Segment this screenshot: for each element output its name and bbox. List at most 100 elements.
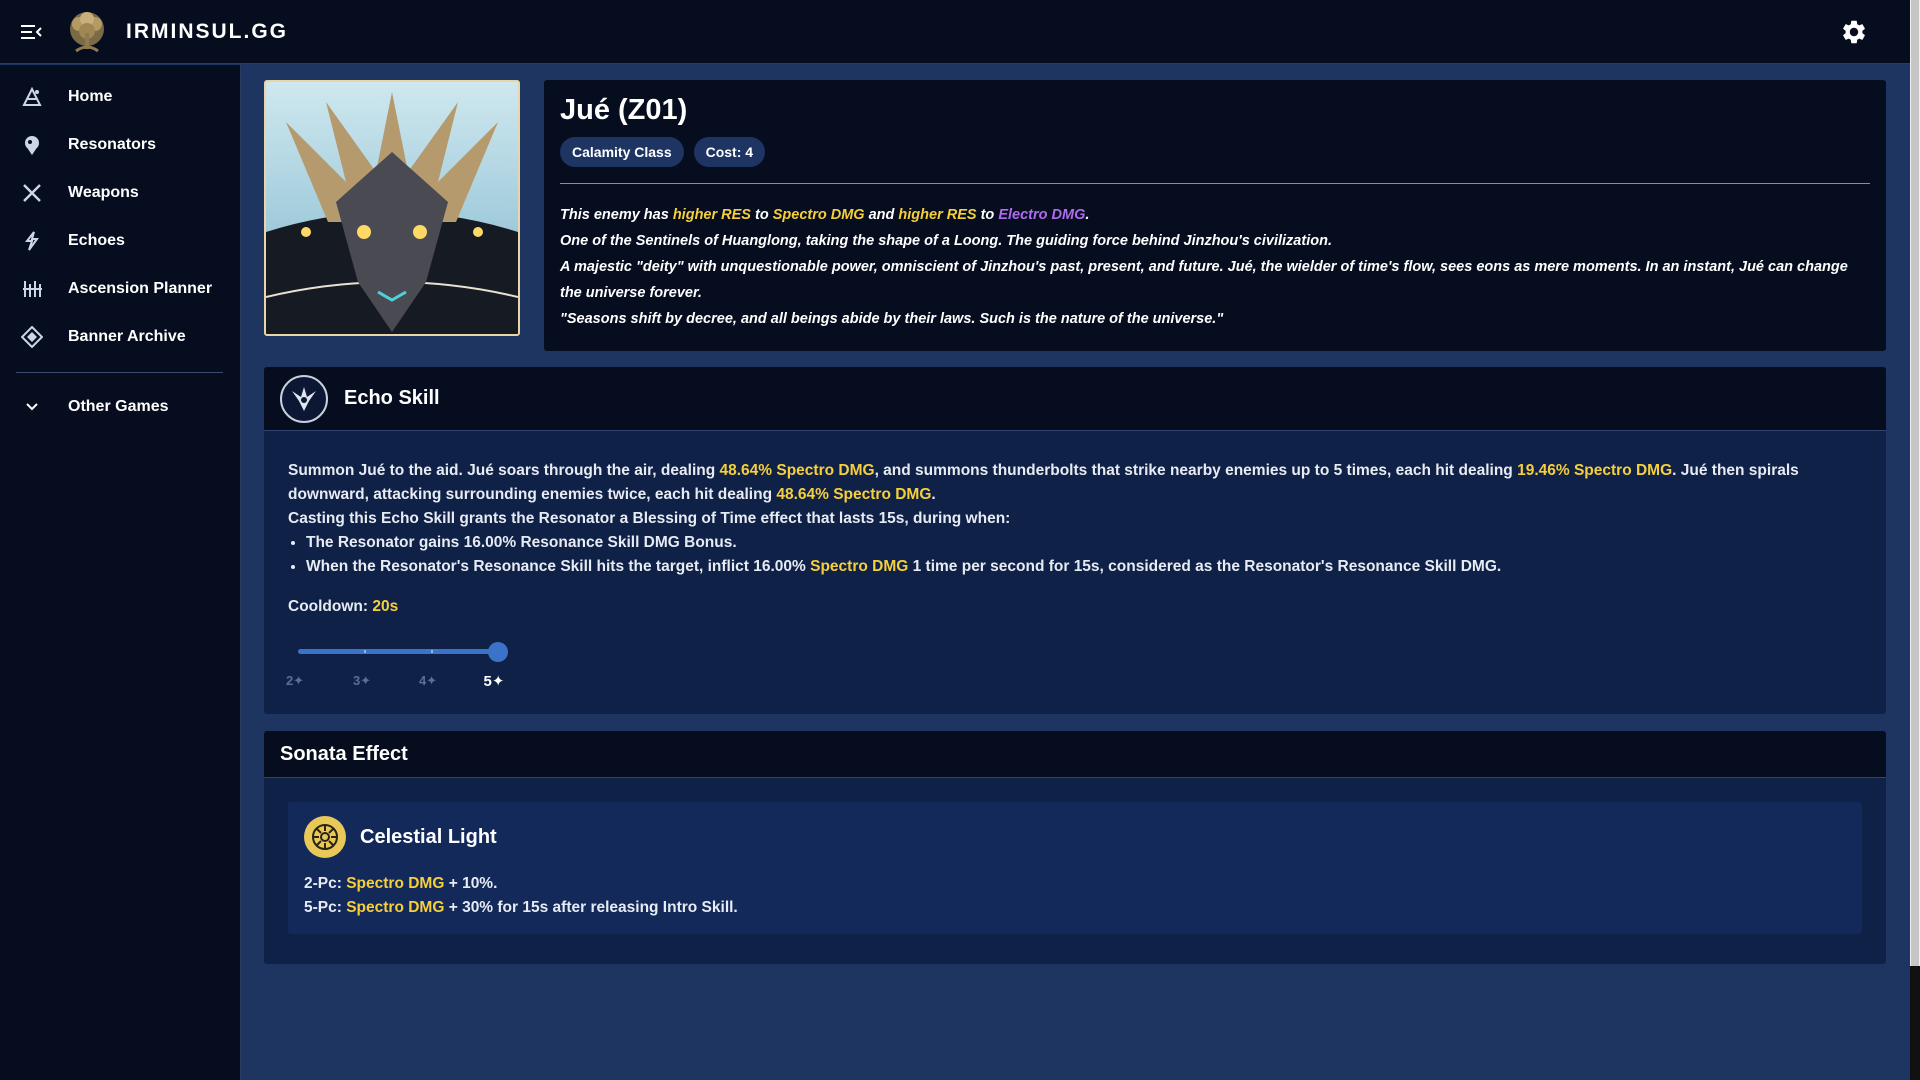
home-icon [20, 85, 44, 109]
dmg-highlight: 48.64% Spectro DMG [719, 462, 875, 479]
dmg-highlight: Spectro DMG [810, 558, 909, 575]
sidebar-item-home[interactable]: Home [0, 73, 240, 121]
skill-description: Summon Jué to the aid. Jué soars through… [288, 459, 1862, 507]
bonus-text: + 10%. [444, 875, 498, 892]
skill-bullet: The Resonator gains 16.00% Resonance Ski… [306, 531, 1862, 555]
dmg-highlight: Spectro DMG [346, 875, 445, 892]
skill-text: Summon Jué to the aid. Jué soars through… [288, 462, 720, 479]
chevron-down-icon [20, 395, 44, 419]
slider-tick [431, 650, 433, 653]
set-bonuses: 2-Pc: Spectro DMG + 10%. 5-Pc: Spectro D… [304, 872, 1846, 920]
res-text: to [976, 207, 999, 223]
skill-text: 1 time per second for 15s, considered as… [908, 558, 1502, 575]
skill-text: , and summons thunderbolts that strike n… [874, 462, 1518, 479]
slider-thumb[interactable] [488, 642, 508, 662]
settings-button[interactable] [1840, 18, 1868, 46]
dmg-highlight: 48.64% Spectro DMG [776, 486, 932, 503]
brand-title[interactable]: IRMINSUL.GG [126, 20, 288, 44]
slider-mark-2[interactable]: 2✦ [280, 669, 310, 693]
sonata-effect-panel: Sonata Effect Celestial Light 2-Pc: Spec… [264, 731, 1886, 964]
cost-chip: Cost: 4 [693, 137, 766, 167]
sidebar-nav: Home Resonators Weapons Echoes Ascension… [0, 65, 241, 1080]
echo-skill-icon [280, 374, 328, 423]
slider-mark-4[interactable]: 4✦ [413, 669, 443, 693]
bonus-label: 2-Pc: [304, 875, 347, 892]
sidebar-item-echoes[interactable]: Echoes [0, 217, 240, 265]
echo-skill-header: Echo Skill [264, 367, 1886, 431]
info-divider [560, 183, 1870, 184]
sidebar-item-label: Other Games [68, 398, 169, 415]
enemy-portrait [264, 80, 520, 336]
set-title-row: Celestial Light [304, 816, 1846, 858]
sidebar-item-resonators[interactable]: Resonators [0, 121, 240, 169]
dmg-highlight: Spectro DMG [346, 899, 445, 916]
sidebar-item-ascension-planner[interactable]: Ascension Planner [0, 265, 240, 313]
celestial-light-icon [304, 816, 346, 858]
resistance-line: This enemy has higher RES to Spectro DMG… [560, 202, 1870, 228]
page-scrollbar[interactable] [1910, 0, 1920, 1080]
skill-bullet: When the Resonator's Resonance Skill hit… [306, 555, 1862, 579]
set-bonus-2pc: 2-Pc: Spectro DMG + 10%. [304, 872, 1846, 896]
res-text: This enemy has [560, 207, 673, 223]
set-name: Celestial Light [360, 825, 497, 848]
res-text: to [750, 207, 773, 223]
sidebar-item-other-games[interactable]: Other Games [0, 383, 240, 431]
jue-dragon-portrait-icon [266, 82, 518, 334]
lore-line: One of the Sentinels of Huanglong, takin… [560, 233, 1332, 249]
resonators-icon [20, 133, 44, 157]
sonata-effect-header: Sonata Effect [264, 731, 1886, 778]
res-text: and [864, 207, 899, 223]
skill-text: When the Resonator's Resonance Skill hit… [306, 558, 811, 575]
lore-line: A majestic "deity" with unquestionable p… [560, 259, 1848, 301]
class-chip: Calamity Class [560, 137, 684, 167]
cooldown-row: Cooldown: 20s [288, 595, 1862, 619]
sidebar-item-banner-archive[interactable]: Banner Archive [0, 313, 240, 361]
bonus-text: + 30% for 15s after releasing Intro Skil… [444, 899, 738, 916]
irminsul-logo[interactable] [64, 9, 110, 55]
sonata-set-card: Celestial Light 2-Pc: Spectro DMG + 10%.… [288, 802, 1862, 934]
weapons-icon [20, 181, 44, 205]
banner-icon [20, 325, 44, 349]
cooldown-label: Cooldown: [288, 598, 373, 615]
skill-blessing-text: Casting this Echo Skill grants the Reson… [288, 510, 1011, 527]
scrollbar-track-lower [1910, 966, 1920, 1080]
echo-skill-title: Echo Skill [344, 387, 440, 409]
scrollbar-thumb[interactable] [1911, 0, 1919, 966]
sidebar-item-label: Weapons [68, 184, 139, 201]
echoes-icon [20, 229, 44, 253]
skill-text: . [931, 486, 936, 503]
enemy-info-card: Jué (Z01) Calamity Class Cost: 4 This en… [544, 80, 1886, 351]
enemy-name: Jué (Z01) [560, 94, 688, 126]
gear-icon [1843, 20, 1865, 44]
sidebar-item-weapons[interactable]: Weapons [0, 169, 240, 217]
rarity-slider[interactable]: 2✦ 3✦ 4✦ 5✦ [286, 627, 1862, 697]
top-app-bar: IRMINSUL.GG [0, 0, 1910, 64]
cooldown-value: 20s [372, 598, 399, 615]
lore-line: "Seasons shift by decree, and all beings… [560, 311, 1224, 327]
menu-collapse-icon [21, 24, 42, 39]
enemy-chips: Calamity Class Cost: 4 [560, 137, 1870, 167]
echo-skill-body: Summon Jué to the aid. Jué soars through… [264, 431, 1886, 697]
slider-track[interactable] [298, 649, 498, 654]
sidebar-item-label: Echoes [68, 232, 125, 249]
sidebar-item-label: Banner Archive [68, 328, 186, 345]
set-bonus-5pc: 5-Pc: Spectro DMG + 30% for 15s after re… [304, 896, 1846, 920]
res-highlight: higher RES [672, 207, 751, 223]
dmg-highlight: 19.46% Spectro DMG [1517, 462, 1673, 479]
sidebar-divider [16, 372, 223, 373]
bonus-label: 5-Pc: [304, 899, 347, 916]
slider-mark-5[interactable]: 5✦ [479, 670, 509, 694]
slider-mark-3[interactable]: 3✦ [347, 669, 377, 693]
spectro-dmg-highlight: Spectro DMG [772, 207, 865, 223]
res-text: . [1085, 207, 1090, 223]
ascension-icon [20, 277, 44, 301]
echo-skill-panel: Echo Skill Summon Jué to the aid. Jué so… [264, 367, 1886, 714]
slider-tick [364, 650, 366, 653]
skill-bullets: The Resonator gains 16.00% Resonance Ski… [288, 531, 1862, 579]
sidebar-item-label: Ascension Planner [68, 280, 213, 297]
sidebar-item-label: Home [68, 88, 113, 105]
sonata-effect-title: Sonata Effect [280, 742, 408, 765]
enemy-description: This enemy has higher RES to Spectro DMG… [560, 202, 1870, 332]
res-highlight: higher RES [898, 207, 977, 223]
menu-collapse-button[interactable] [0, 0, 62, 64]
